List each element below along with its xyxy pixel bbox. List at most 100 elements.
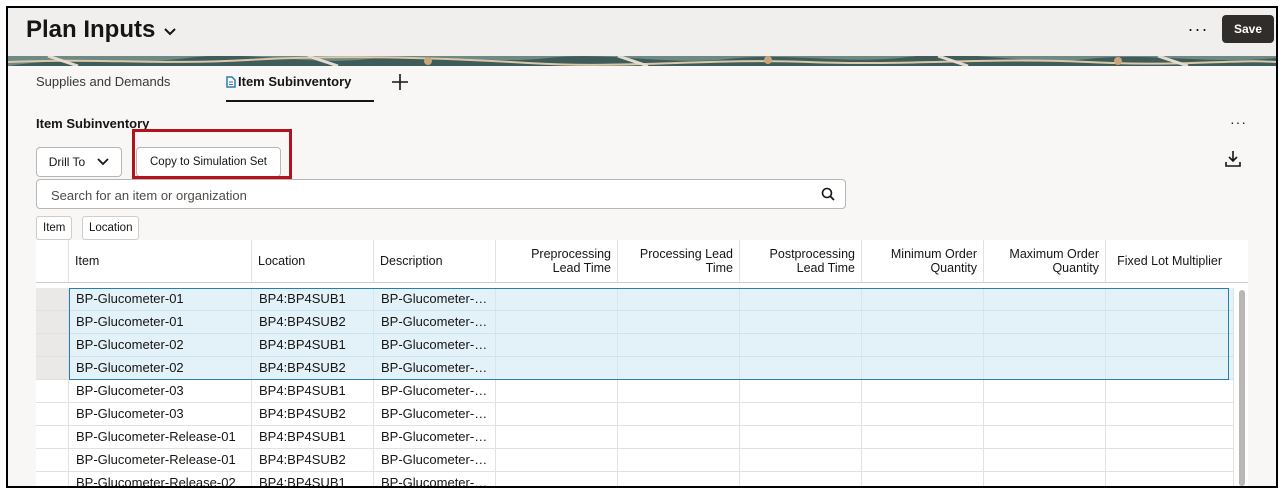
cell-empty[interactable] [618, 472, 740, 486]
row-header-cell[interactable] [36, 426, 69, 449]
cell-location[interactable]: BP4:BP4SUB1 [252, 380, 374, 403]
column-header-postprocessing-lead-time[interactable]: Postprocessing Lead Time [740, 240, 862, 282]
table-row[interactable]: BP-Glucometer-03 BP4:BP4SUB2 BP-Glucometer… [36, 403, 1248, 426]
cell-empty[interactable] [740, 334, 862, 357]
cell-empty[interactable] [984, 288, 1106, 311]
cell-empty[interactable] [862, 380, 984, 403]
table-row[interactable]: BP-Glucometer-Release-01 BP4:BP4SUB2 BP-Gl… [36, 449, 1248, 472]
column-header-fixed-lot-multiplier[interactable]: Fixed Lot Multiplier [1106, 240, 1228, 282]
search-icon[interactable] [821, 187, 835, 201]
cell-location[interactable]: BP4:BP4SUB2 [252, 403, 374, 426]
cell-empty[interactable] [1106, 472, 1234, 486]
row-header-cell[interactable] [36, 311, 69, 334]
cell-description[interactable]: BP-Glucometer-… [374, 426, 496, 449]
cell-empty[interactable] [1106, 380, 1234, 403]
column-header-description[interactable]: Description [374, 240, 496, 282]
cell-location[interactable]: BP4:BP4SUB2 [252, 357, 374, 380]
cell-empty[interactable] [1106, 357, 1234, 380]
cell-empty[interactable] [984, 472, 1106, 486]
cell-item[interactable]: BP-Glucometer-01 [69, 311, 252, 334]
cell-empty[interactable] [862, 472, 984, 486]
cell-description[interactable]: BP-Glucometer-… [374, 380, 496, 403]
tab-item-subinventory[interactable]: Item Subinventory [226, 74, 374, 102]
cell-item[interactable]: BP-Glucometer-03 [69, 380, 252, 403]
cell-empty[interactable] [740, 449, 862, 472]
row-header-cell[interactable] [36, 334, 69, 357]
cell-empty[interactable] [496, 311, 618, 334]
cell-empty[interactable] [496, 449, 618, 472]
cell-empty[interactable] [1106, 426, 1234, 449]
table-row[interactable]: BP-Glucometer-01 BP4:BP4SUB2 BP-Glucometer… [36, 311, 1248, 334]
cell-empty[interactable] [984, 426, 1106, 449]
cell-empty[interactable] [862, 334, 984, 357]
cell-empty[interactable] [984, 334, 1106, 357]
cell-item[interactable]: BP-Glucometer-01 [69, 288, 252, 311]
cell-empty[interactable] [740, 403, 862, 426]
column-header-location[interactable]: Location [252, 240, 374, 282]
tab-supplies-and-demands[interactable]: Supplies and Demands [36, 74, 170, 100]
download-icon[interactable] [1224, 150, 1242, 168]
cell-empty[interactable] [740, 357, 862, 380]
table-row[interactable]: BP-Glucometer-03 BP4:BP4SUB1 BP-Glucometer… [36, 380, 1248, 403]
cell-item[interactable]: BP-Glucometer-03 [69, 403, 252, 426]
cell-item[interactable]: BP-Glucometer-02 [69, 357, 252, 380]
row-header-cell[interactable] [36, 357, 69, 380]
page-title-menu[interactable]: Plan Inputs [26, 16, 177, 44]
search-input[interactable] [49, 185, 813, 205]
cell-empty[interactable] [740, 288, 862, 311]
cell-empty[interactable] [618, 426, 740, 449]
row-header-cell[interactable] [36, 403, 69, 426]
column-header-minimum-order-quantity[interactable]: Minimum Order Quantity [862, 240, 984, 282]
copy-to-simulation-set-button[interactable]: Copy to Simulation Set [136, 147, 281, 177]
cell-empty[interactable] [984, 403, 1106, 426]
cell-empty[interactable] [1106, 449, 1234, 472]
cell-description[interactable]: BP-Glucometer-… [374, 311, 496, 334]
cell-empty[interactable] [984, 380, 1106, 403]
cell-item[interactable]: BP-Glucometer-Release-02 [69, 472, 252, 486]
cell-empty[interactable] [984, 449, 1106, 472]
cell-location[interactable]: BP4:BP4SUB1 [252, 334, 374, 357]
cell-description[interactable]: BP-Glucometer-… [374, 288, 496, 311]
cell-empty[interactable] [618, 403, 740, 426]
cell-empty[interactable] [1106, 288, 1234, 311]
cell-empty[interactable] [740, 311, 862, 334]
cell-empty[interactable] [618, 380, 740, 403]
cell-item[interactable]: BP-Glucometer-Release-01 [69, 449, 252, 472]
cell-description[interactable]: BP-Glucometer-… [374, 334, 496, 357]
cell-empty[interactable] [984, 311, 1106, 334]
row-header-cell[interactable] [36, 380, 69, 403]
more-actions-icon[interactable]: ··· [1184, 16, 1212, 44]
column-header-maximum-order-quantity[interactable]: Maximum Order Quantity [984, 240, 1106, 282]
table-row[interactable]: BP-Glucometer-02 BP4:BP4SUB2 BP-Glucometer… [36, 357, 1248, 380]
cell-empty[interactable] [496, 357, 618, 380]
cell-empty[interactable] [1106, 311, 1234, 334]
table-row[interactable]: BP-Glucometer-Release-02 BP4:BP4SUB1 BP-Gl… [36, 472, 1248, 486]
cell-empty[interactable] [862, 449, 984, 472]
cell-empty[interactable] [496, 334, 618, 357]
vertical-scrollbar-thumb[interactable] [1239, 290, 1245, 486]
row-header-cell[interactable] [36, 472, 69, 486]
cell-empty[interactable] [496, 288, 618, 311]
cell-empty[interactable] [862, 311, 984, 334]
table-row[interactable]: BP-Glucometer-02 BP4:BP4SUB1 BP-Glucometer… [36, 334, 1248, 357]
cell-location[interactable]: BP4:BP4SUB1 [252, 472, 374, 486]
cell-empty[interactable] [496, 403, 618, 426]
table-row[interactable]: BP-Glucometer-Release-01 BP4:BP4SUB1 BP-Gl… [36, 426, 1248, 449]
cell-empty[interactable] [740, 380, 862, 403]
cell-item[interactable]: BP-Glucometer-02 [69, 334, 252, 357]
cell-empty[interactable] [740, 426, 862, 449]
cell-location[interactable]: BP4:BP4SUB1 [252, 288, 374, 311]
cell-empty[interactable] [618, 449, 740, 472]
drill-to-button[interactable]: Drill To [36, 147, 122, 177]
cell-description[interactable]: BP-Glucometer-… [374, 449, 496, 472]
cell-empty[interactable] [496, 472, 618, 486]
row-header-cell[interactable] [36, 288, 69, 311]
cell-empty[interactable] [862, 426, 984, 449]
cell-location[interactable]: BP4:BP4SUB1 [252, 426, 374, 449]
add-tab-icon[interactable] [390, 72, 410, 92]
section-more-icon[interactable]: ··· [1230, 114, 1247, 130]
filter-chip-item[interactable]: Item [36, 216, 73, 240]
column-header-preprocessing-lead-time[interactable]: Preprocessing Lead Time [496, 240, 618, 282]
cell-empty[interactable] [862, 357, 984, 380]
cell-item[interactable]: BP-Glucometer-Release-01 [69, 426, 252, 449]
